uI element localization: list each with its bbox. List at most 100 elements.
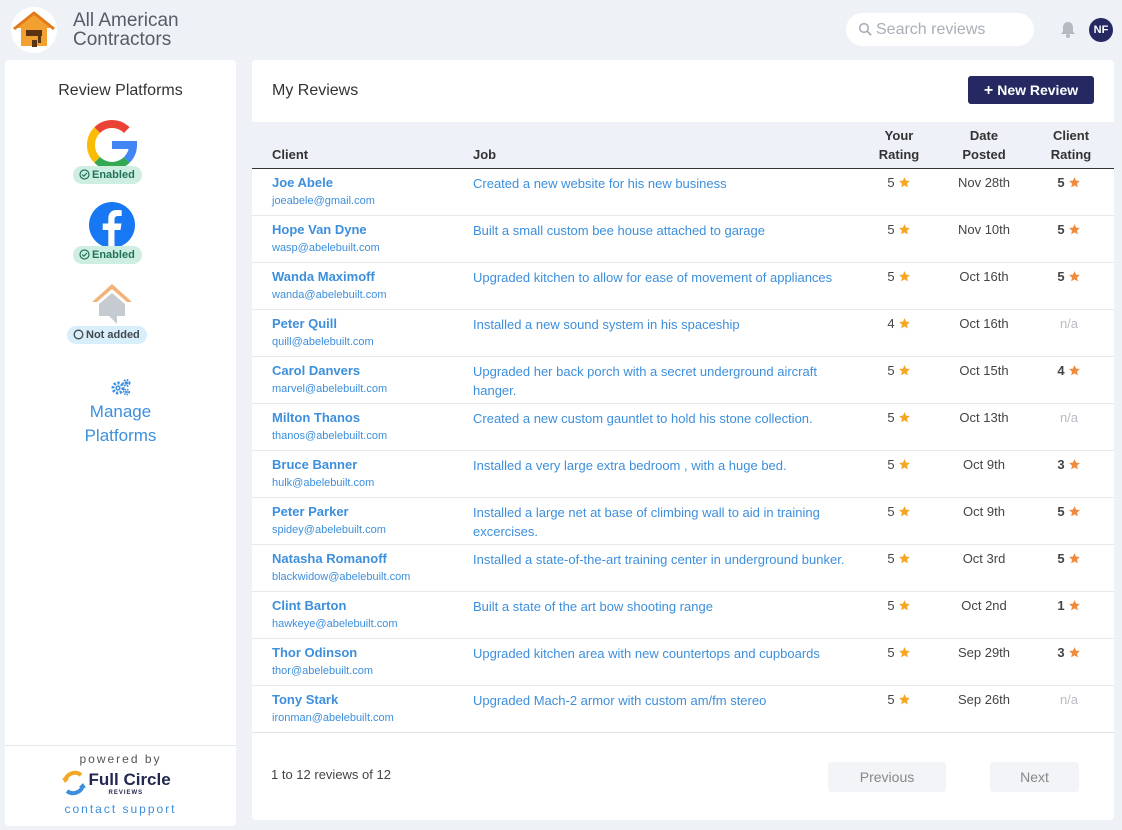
client-name-link[interactable]: Joe Abele [272, 174, 333, 191]
table-row[interactable]: Bruce Banner hulk@abelebuilt.com Installed… [252, 451, 1114, 498]
job-description-link[interactable]: Created a new custom gauntlet to hold hi… [473, 409, 863, 428]
column-header-date-posted-line1: Date [969, 128, 999, 143]
star-icon [1068, 224, 1080, 235]
avatar[interactable]: NF [1089, 18, 1113, 42]
your-rating-value: 5 [887, 504, 895, 519]
table-row[interactable]: Wanda Maximoff wanda@abelebuilt.com Upgrad… [252, 263, 1114, 310]
table-row[interactable]: Natasha Romanoff blackwidow@abelebuilt.co… [252, 545, 1114, 592]
job-description-link[interactable]: Installed a state-of-the-art training ce… [473, 550, 863, 569]
client-rating-value: 3 [1057, 457, 1065, 472]
client-email: spidey@abelebuilt.com [272, 524, 386, 536]
table-row[interactable]: Peter Quill quill@abelebuilt.com Installed… [252, 310, 1114, 357]
date-posted: Oct 3rd [962, 551, 1006, 566]
client-rating: 5 [1042, 551, 1096, 567]
next-page-button[interactable]: Next [990, 762, 1079, 792]
client-name-link[interactable]: Bruce Banner [272, 456, 357, 473]
column-header-your-rating[interactable]: Your Rating [872, 126, 926, 164]
job-description-link[interactable]: Created a new website for his new busine… [473, 174, 863, 193]
client-rating: 5 [1042, 222, 1096, 238]
column-header-your-rating-line1: Your [884, 128, 914, 143]
table-row[interactable]: Tony Stark ironman@abelebuilt.com Upgraded… [252, 686, 1114, 733]
column-header-client-rating[interactable]: Client Rating [1042, 126, 1100, 164]
star-icon [898, 271, 910, 282]
full-circle-logo[interactable]: Full Circle REVIEWS [61, 769, 181, 799]
full-circle-logo-text: Full Circle [88, 770, 171, 789]
job-description-link[interactable]: Installed a very large extra bedroom , w… [473, 456, 863, 475]
client-email: quill@abelebuilt.com [272, 336, 374, 348]
star-icon [898, 365, 910, 376]
google-icon [87, 120, 137, 170]
your-rating: 4 [872, 316, 926, 332]
your-rating-value: 5 [887, 551, 895, 566]
table-row[interactable]: Peter Parker spidey@abelebuilt.com Install… [252, 498, 1114, 545]
manage-label-2: Platforms [84, 426, 157, 445]
manage-label-1: Manage [89, 402, 152, 421]
client-email: thanos@abelebuilt.com [272, 430, 388, 442]
job-description-link[interactable]: Installed a new sound system in his spac… [473, 315, 863, 334]
job-description-link[interactable]: Upgraded her back porch with a secret un… [473, 362, 863, 400]
client-name-link[interactable]: Carol Danvers [272, 362, 360, 379]
client-rating-value: 5 [1057, 175, 1065, 190]
client-name-link[interactable]: Thor Odinson [272, 644, 357, 661]
star-icon [1068, 271, 1080, 282]
your-rating: 5 [872, 363, 926, 379]
job-description-link[interactable]: Built a state of the art bow shooting ra… [473, 597, 863, 616]
client-rating-value: n/a [1059, 410, 1079, 425]
client-rating-value: 5 [1057, 504, 1065, 519]
search-box[interactable] [846, 13, 1034, 46]
star-icon [898, 553, 910, 564]
client-name-link[interactable]: Milton Thanos [272, 409, 360, 426]
date-posted: Oct 9th [963, 504, 1005, 519]
table-row[interactable]: Clint Barton hawkeye@abelebuilt.com Built … [252, 592, 1114, 639]
job-description-link[interactable]: Upgraded Mach-2 armor with custom am/fm … [473, 691, 863, 710]
contact-support-link[interactable]: contact support [5, 802, 236, 816]
table-row[interactable]: Hope Van Dyne wasp@abelebuilt.com Built a … [252, 216, 1114, 263]
new-review-button[interactable]: + New Review [968, 76, 1094, 104]
client-email: thor@abelebuilt.com [272, 665, 374, 677]
star-icon [898, 647, 910, 658]
client-name-link[interactable]: Clint Barton [272, 597, 346, 614]
your-rating-value: 5 [887, 269, 895, 284]
star-icon [898, 224, 910, 235]
search-icon [858, 22, 872, 36]
manage-platforms-link[interactable]: Manage Platforms [5, 378, 236, 448]
job-description-link[interactable]: Built a small custom bee house attached … [473, 221, 863, 240]
job-description-link[interactable]: Upgraded kitchen to allow for ease of mo… [473, 268, 863, 287]
status-badge-enabled: Enabled [73, 166, 142, 184]
table-row[interactable]: Joe Abele joeabele@gmail.com Created a new… [252, 169, 1114, 216]
client-name-link[interactable]: Natasha Romanoff [272, 550, 387, 567]
bell-icon[interactable] [1059, 20, 1077, 39]
client-email: joeabele@gmail.com [272, 195, 375, 207]
column-header-date-posted[interactable]: Date Posted [940, 126, 1028, 164]
your-rating-value: 5 [887, 645, 895, 660]
search-input[interactable] [876, 13, 1026, 46]
client-name-link[interactable]: Peter Parker [272, 503, 349, 520]
your-rating: 5 [872, 504, 926, 520]
client-rating: 4 [1042, 363, 1096, 379]
star-icon [898, 506, 910, 517]
client-name-link[interactable]: Peter Quill [272, 315, 337, 332]
table-row[interactable]: Carol Danvers marvel@abelebuilt.com Upgrad… [252, 357, 1114, 404]
table-row[interactable]: Milton Thanos thanos@abelebuilt.com Create… [252, 404, 1114, 451]
sidebar: Review Platforms Enabled Enabled Not add… [5, 60, 236, 826]
client-name-link[interactable]: Tony Stark [272, 691, 338, 708]
new-review-label: New Review [997, 82, 1079, 98]
column-header-client[interactable]: Client [272, 145, 308, 164]
job-description-link[interactable]: Upgraded kitchen area with new counterto… [473, 644, 863, 663]
your-rating: 5 [872, 598, 926, 614]
company-logo[interactable] [11, 7, 57, 53]
client-email: wasp@abelebuilt.com [272, 242, 380, 254]
client-email: marvel@abelebuilt.com [272, 383, 388, 395]
client-rating: 1 [1042, 598, 1096, 614]
powered-by-text: powered by [79, 752, 162, 766]
previous-page-button[interactable]: Previous [828, 762, 946, 792]
client-name-link[interactable]: Hope Van Dyne [272, 221, 367, 238]
table-row[interactable]: Thor Odinson thor@abelebuilt.com Upgraded … [252, 639, 1114, 686]
date-posted: Oct 2nd [961, 598, 1007, 613]
your-rating-value: 5 [887, 410, 895, 425]
column-header-job[interactable]: Job [473, 145, 496, 164]
client-name-link[interactable]: Wanda Maximoff [272, 268, 375, 285]
star-icon [1068, 459, 1080, 470]
job-description-link[interactable]: Installed a large net at base of climbin… [473, 503, 863, 541]
client-rating-value: n/a [1059, 692, 1079, 707]
